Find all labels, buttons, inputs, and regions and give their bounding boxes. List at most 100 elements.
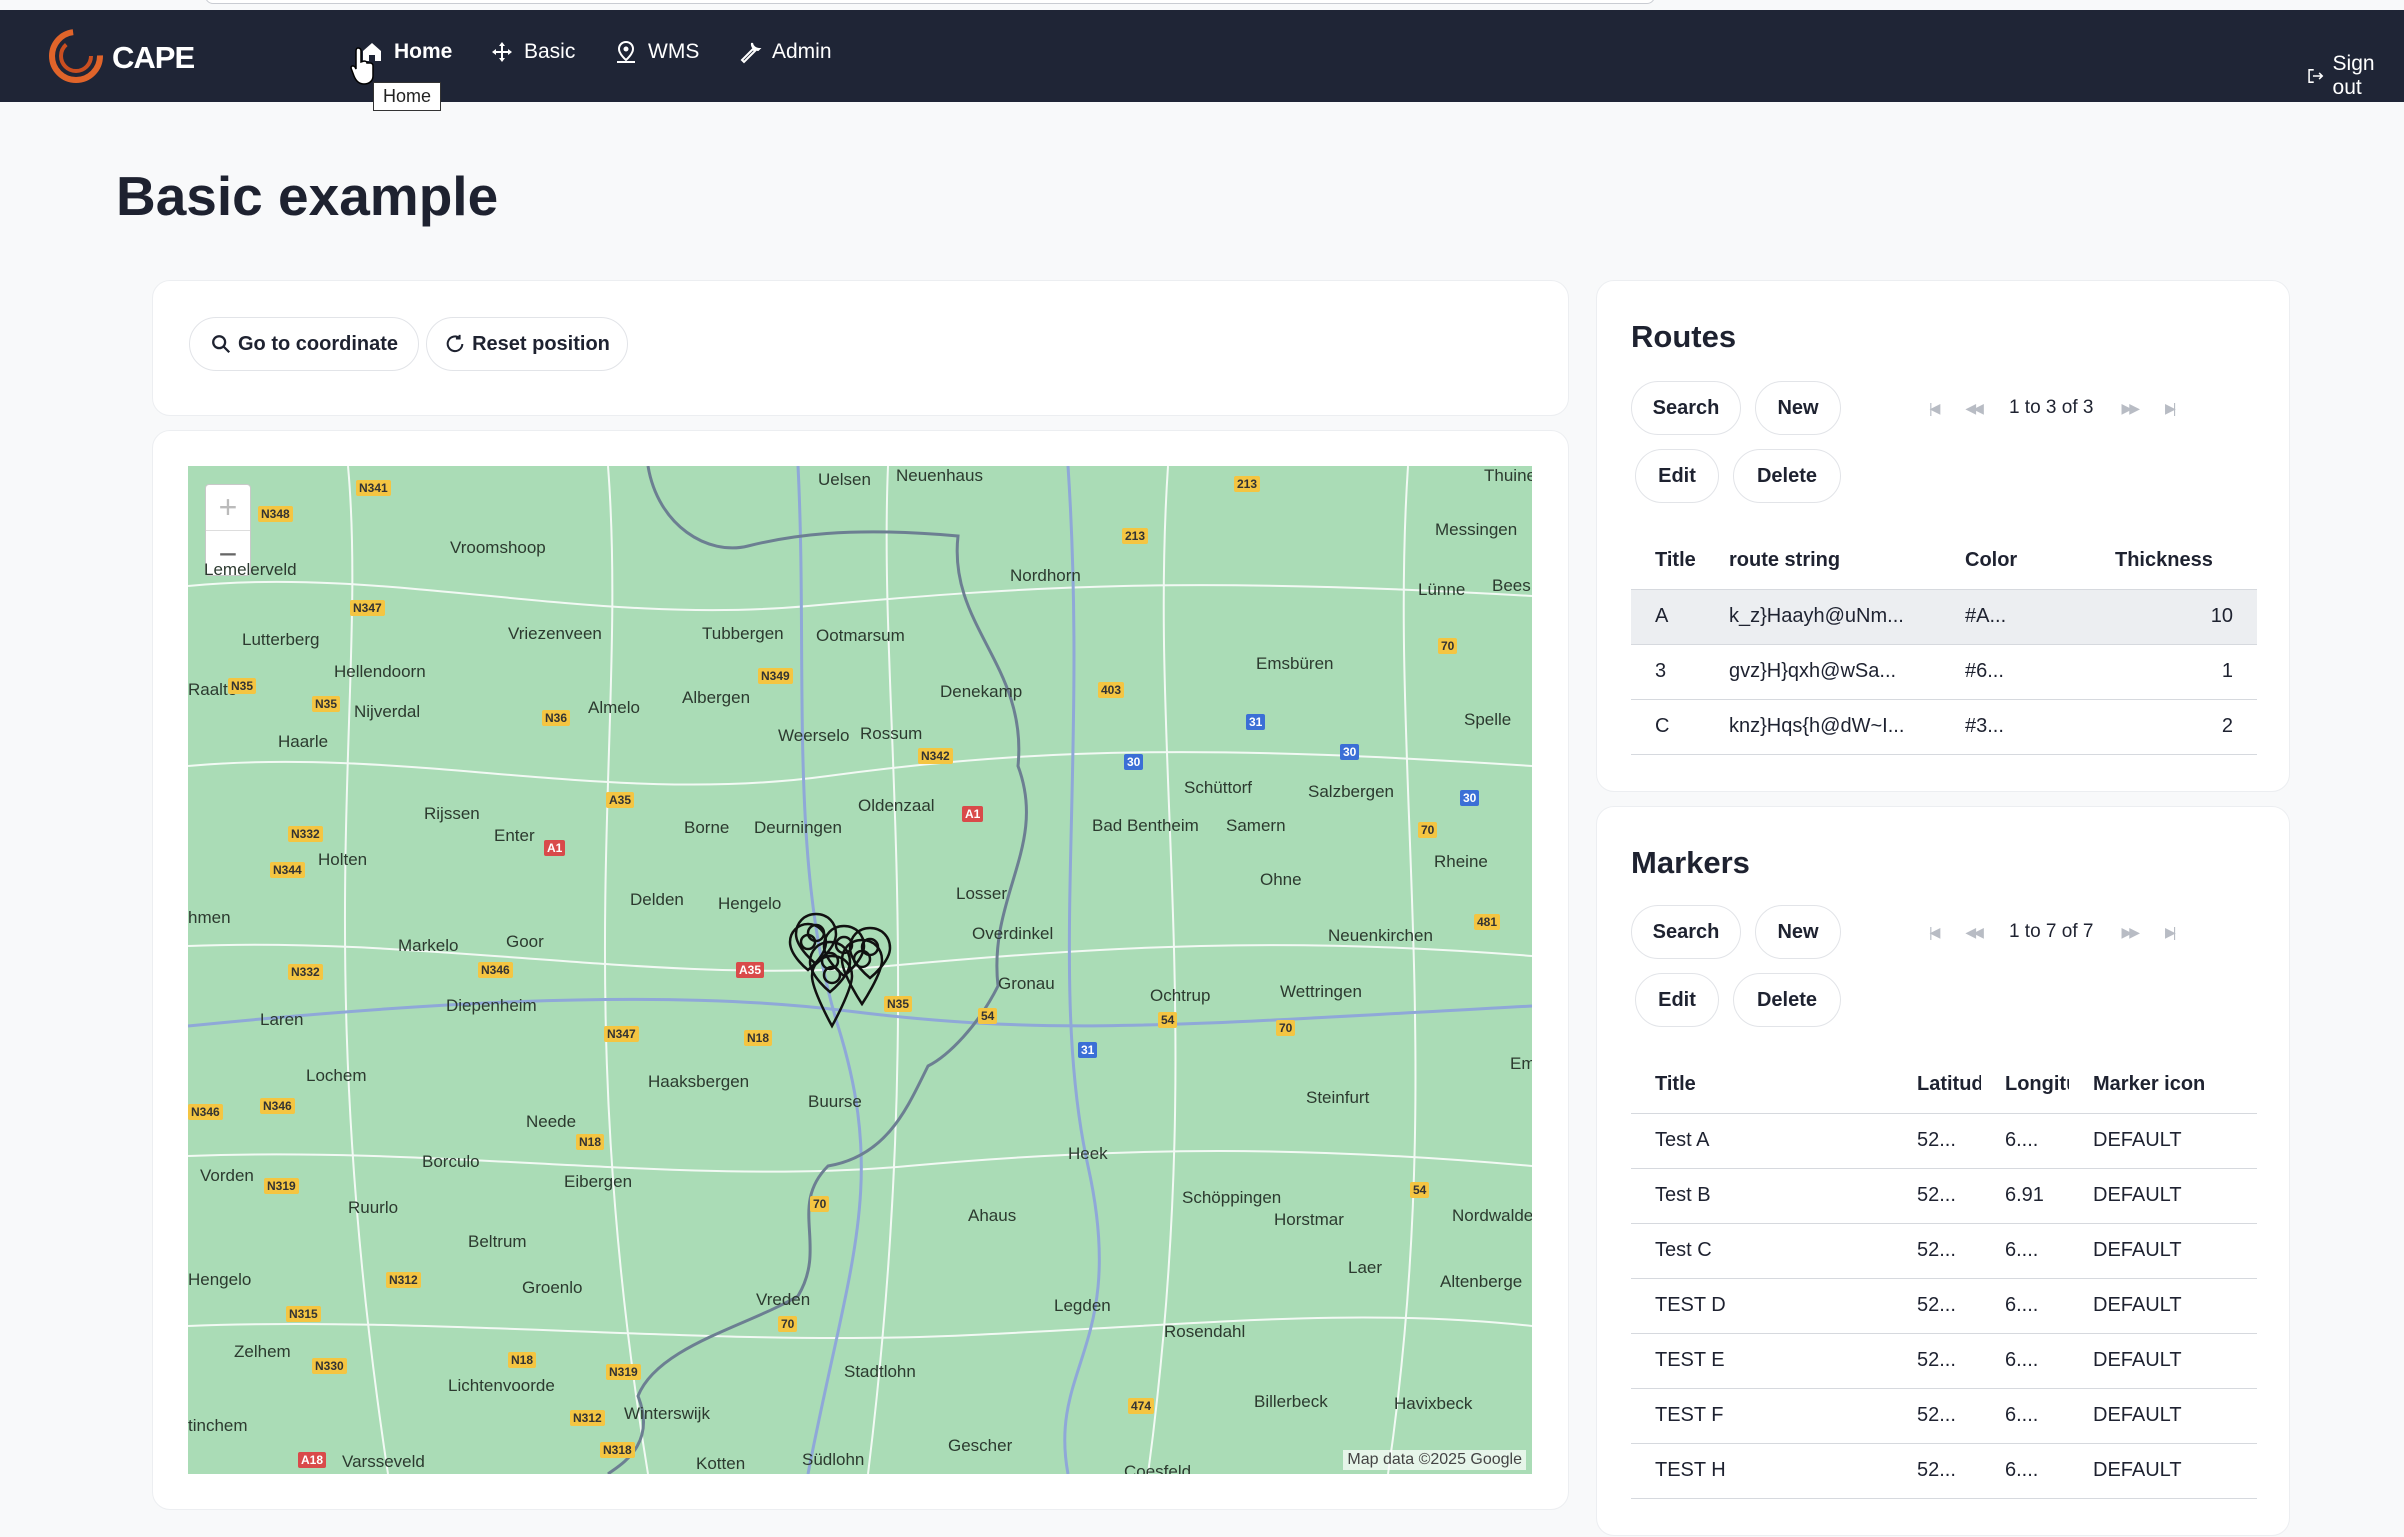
- map-place-label: Winterswijk: [624, 1404, 710, 1423]
- map-place-label: Tubbergen: [702, 624, 784, 643]
- sign-out-button[interactable]: Sign out: [2306, 52, 2404, 100]
- map-place-label: Bad Bentheim: [1092, 816, 1199, 835]
- next-page-icon[interactable]: ▶▶: [2121, 924, 2139, 941]
- road-shield: 403: [1098, 682, 1125, 698]
- routes-new-button[interactable]: New: [1755, 381, 1841, 435]
- map-place-label: Rossum: [860, 724, 923, 743]
- column-header[interactable]: Title: [1631, 533, 1717, 590]
- map-place-label: Ootmarsum: [816, 626, 905, 645]
- map-place-label: Haaksbergen: [648, 1072, 750, 1091]
- routes-title: Routes: [1631, 319, 1737, 354]
- column-header[interactable]: Title: [1631, 1057, 1893, 1114]
- nav-admin-label: Admin: [772, 40, 832, 63]
- reset-position-button[interactable]: Reset position: [426, 317, 628, 371]
- table-row[interactable]: A k_z}Haayh@uNm... #A... 10: [1631, 589, 2257, 645]
- first-page-icon[interactable]: |◀: [1929, 924, 1941, 941]
- brand-name[interactable]: CAPE: [112, 40, 195, 76]
- prev-page-icon[interactable]: ◀◀: [1965, 924, 1983, 941]
- markers-edit-button[interactable]: Edit: [1635, 973, 1719, 1027]
- map-place-label: Eibergen: [564, 1172, 633, 1191]
- next-page-icon[interactable]: ▶▶: [2121, 400, 2139, 417]
- column-header[interactable]: Color: [1941, 533, 2091, 590]
- last-page-icon[interactable]: ▶|: [2165, 924, 2177, 941]
- browser-url-strip: [0, 0, 2404, 10]
- road-shield: 70: [810, 1196, 830, 1212]
- road-shield: N349: [758, 668, 793, 684]
- nav-wms-label: WMS: [648, 40, 700, 63]
- table-row[interactable]: TEST E 52... 6.... DEFAULT: [1631, 1333, 2257, 1389]
- markers-new-button[interactable]: New: [1755, 905, 1841, 959]
- map-place-label: Lemelerveld: [204, 560, 297, 579]
- map-place-label: Laren: [260, 1010, 304, 1029]
- nav-admin[interactable]: Admin: [738, 40, 832, 64]
- table-row[interactable]: Test A 52... 6.... DEFAULT: [1631, 1113, 2257, 1169]
- zoom-in-button[interactable]: +: [206, 485, 250, 531]
- table-row[interactable]: Test C 52... 6.... DEFAULT: [1631, 1223, 2257, 1279]
- first-page-icon[interactable]: |◀: [1929, 400, 1941, 417]
- road-shield: A35: [736, 962, 765, 978]
- cell-thickness: 2: [2091, 699, 2257, 755]
- map-place-label: Rheine: [1434, 852, 1488, 871]
- road-shield: N318: [600, 1442, 635, 1458]
- cell-title: C: [1631, 699, 1717, 755]
- cell-icon: DEFAULT: [2069, 1388, 2257, 1444]
- road-shield: 70: [1438, 638, 1458, 654]
- routes-delete-button[interactable]: Delete: [1733, 449, 1841, 503]
- markers-delete-button[interactable]: Delete: [1733, 973, 1841, 1027]
- cell-thickness: 1: [2091, 644, 2257, 700]
- column-header[interactable]: route string: [1717, 533, 1941, 590]
- cell-icon: DEFAULT: [2069, 1443, 2257, 1499]
- cell-route: gvz}H}qxh@wSa...: [1717, 644, 1941, 700]
- column-header[interactable]: Latitude: [1893, 1057, 1981, 1114]
- road-shield: 31: [1078, 1042, 1098, 1058]
- map-place-label: Zelhem: [234, 1342, 291, 1361]
- road-shield: 30: [1124, 754, 1144, 770]
- column-header[interactable]: Marker icon: [2069, 1057, 2257, 1114]
- road-shield: N18: [744, 1030, 773, 1046]
- map-place-label: Samern: [1226, 816, 1286, 835]
- cell-title: Test C: [1631, 1223, 1893, 1279]
- table-row[interactable]: Test B 52... 6.91 DEFAULT: [1631, 1168, 2257, 1224]
- column-header[interactable]: Thickness: [2091, 533, 2257, 590]
- map-place-label: Beltrum: [468, 1232, 527, 1251]
- cell-icon: DEFAULT: [2069, 1278, 2257, 1334]
- table-row[interactable]: C knz}Hqs{h@dW~I... #3... 2: [1631, 699, 2257, 755]
- nav-basic[interactable]: Basic: [490, 40, 575, 64]
- routes-edit-button[interactable]: Edit: [1635, 449, 1719, 503]
- map-place-label: Billerbeck: [1254, 1392, 1328, 1411]
- road-shield: 70: [1418, 822, 1438, 838]
- road-shield: A1: [544, 840, 566, 856]
- cell-title: Test B: [1631, 1168, 1893, 1224]
- table-row[interactable]: TEST F 52... 6.... DEFAULT: [1631, 1388, 2257, 1444]
- road-shield: N348: [258, 506, 293, 522]
- go-to-coordinate-button[interactable]: Go to coordinate: [189, 317, 419, 371]
- map-place-label: Salzbergen: [1308, 782, 1395, 801]
- map-place-label: Holten: [318, 850, 368, 869]
- marker-cluster: [788, 912, 892, 1029]
- map-place-label: Lichtenvoorde: [448, 1376, 555, 1395]
- road-shield: 54: [1410, 1182, 1430, 1198]
- map-place-label: Losser: [956, 884, 1008, 903]
- road-shield: N18: [576, 1134, 605, 1150]
- map-place-label: Albergen: [682, 688, 751, 707]
- last-page-icon[interactable]: ▶|: [2165, 400, 2177, 417]
- markers-pager-label: 1 to 7 of 7: [2008, 921, 2094, 942]
- table-row[interactable]: TEST H 52... 6.... DEFAULT: [1631, 1443, 2257, 1499]
- table-row[interactable]: TEST D 52... 6.... DEFAULT: [1631, 1278, 2257, 1334]
- nav-wms[interactable]: WMS: [614, 40, 699, 64]
- map-place-label: Hengelo: [718, 894, 782, 913]
- map-place-label: Almelo: [588, 698, 640, 717]
- road-shield red: A35: [606, 792, 635, 808]
- routes-search-button[interactable]: Search: [1631, 381, 1741, 435]
- markers-search-button[interactable]: Search: [1631, 905, 1741, 959]
- map-view[interactable]: + − Uelsen Neuenhaus Thuine Messingen Lü…: [188, 466, 1532, 1474]
- map-place-label: Oldenzaal: [858, 796, 935, 815]
- cell-title: TEST E: [1631, 1333, 1893, 1389]
- table-row[interactable]: 3 gvz}H}qxh@wSa... #6... 1: [1631, 644, 2257, 700]
- cape-logo-icon[interactable]: [48, 28, 104, 84]
- map-place-label: Stadtlohn: [844, 1362, 916, 1381]
- map-place-label: Denekamp: [940, 682, 1023, 701]
- cell-title: Test A: [1631, 1113, 1893, 1169]
- column-header[interactable]: Longitude: [1981, 1057, 2069, 1114]
- prev-page-icon[interactable]: ◀◀: [1965, 400, 1983, 417]
